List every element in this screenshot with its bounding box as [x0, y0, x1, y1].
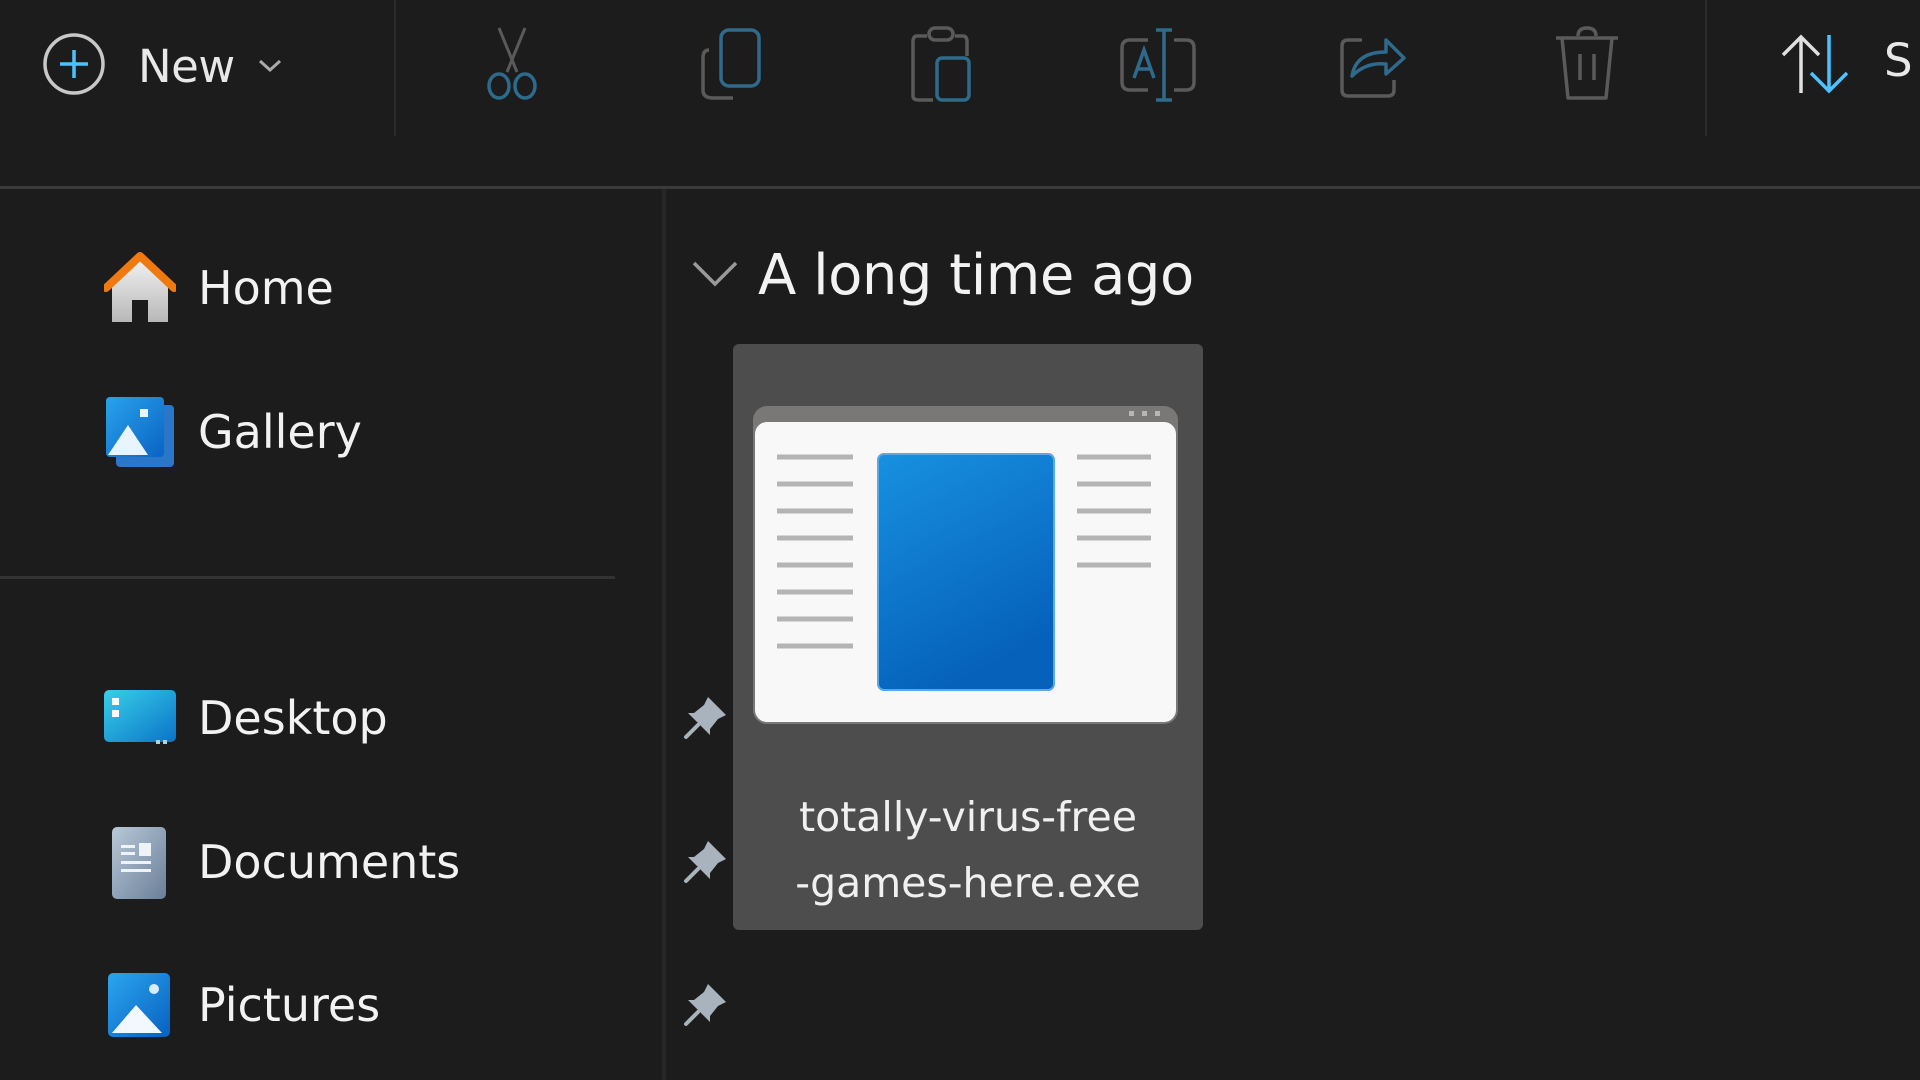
pin-icon[interactable]: [680, 837, 730, 887]
share-button[interactable]: [1328, 18, 1418, 114]
chevron-down-icon: [257, 58, 283, 78]
sidebar-item-documents[interactable]: Documents: [90, 807, 726, 917]
new-button[interactable]: New: [40, 18, 340, 114]
application-exe-icon: [753, 406, 1178, 724]
copy-button[interactable]: [685, 18, 775, 114]
file-item[interactable]: totally-virus-free -games-here.exe: [733, 344, 1203, 930]
delete-button[interactable]: [1542, 18, 1632, 114]
share-icon: [1336, 26, 1410, 106]
file-name-line: -games-here.exe: [795, 859, 1141, 907]
sort-arrows-icon: [1777, 31, 1853, 101]
new-button-label: New: [138, 39, 235, 93]
command-bar: New: [0, 0, 1920, 187]
paste-button[interactable]: [897, 18, 987, 114]
home-icon: [104, 248, 194, 328]
sort-button[interactable]: [1775, 18, 1855, 114]
sidebar-item-home[interactable]: Home: [90, 233, 650, 343]
desktop-folder-icon: [104, 678, 194, 758]
pin-icon[interactable]: [680, 693, 730, 743]
sidebar-item-label: Pictures: [198, 978, 381, 1032]
trash-icon: [1552, 24, 1622, 108]
paste-icon: [907, 24, 977, 108]
plus-circle-icon: [40, 30, 108, 102]
sidebar-item-label: Documents: [198, 835, 461, 889]
sidebar-item-desktop[interactable]: Desktop: [90, 663, 726, 773]
pane-splitter[interactable]: [662, 189, 666, 1080]
rename-button[interactable]: [1113, 18, 1203, 114]
copy-icon: [695, 26, 765, 106]
sidebar-item-label: Home: [198, 261, 334, 315]
file-name: totally-virus-free -games-here.exe: [733, 784, 1203, 916]
sort-button-label[interactable]: S: [1884, 34, 1913, 87]
chevron-down-icon[interactable]: [690, 257, 740, 293]
group-header[interactable]: A long time ago: [690, 235, 1194, 315]
cut-button[interactable]: [467, 18, 557, 114]
sidebar-divider: [0, 576, 615, 579]
scissors-icon: [477, 26, 547, 106]
pin-icon[interactable]: [680, 980, 730, 1030]
sidebar-item-label: Desktop: [198, 691, 388, 745]
documents-folder-icon: [104, 822, 194, 902]
group-title: A long time ago: [758, 242, 1194, 308]
gallery-icon: [104, 392, 194, 472]
pictures-folder-icon: [104, 965, 194, 1045]
file-name-line: totally-virus-free: [799, 793, 1137, 841]
toolbar-separator: [394, 0, 396, 136]
toolbar-separator: [1705, 0, 1707, 136]
rename-icon: [1118, 24, 1198, 108]
sidebar-item-gallery[interactable]: Gallery: [90, 377, 650, 487]
sidebar-item-pictures[interactable]: Pictures: [90, 950, 726, 1060]
sidebar-item-label: Gallery: [198, 405, 362, 459]
